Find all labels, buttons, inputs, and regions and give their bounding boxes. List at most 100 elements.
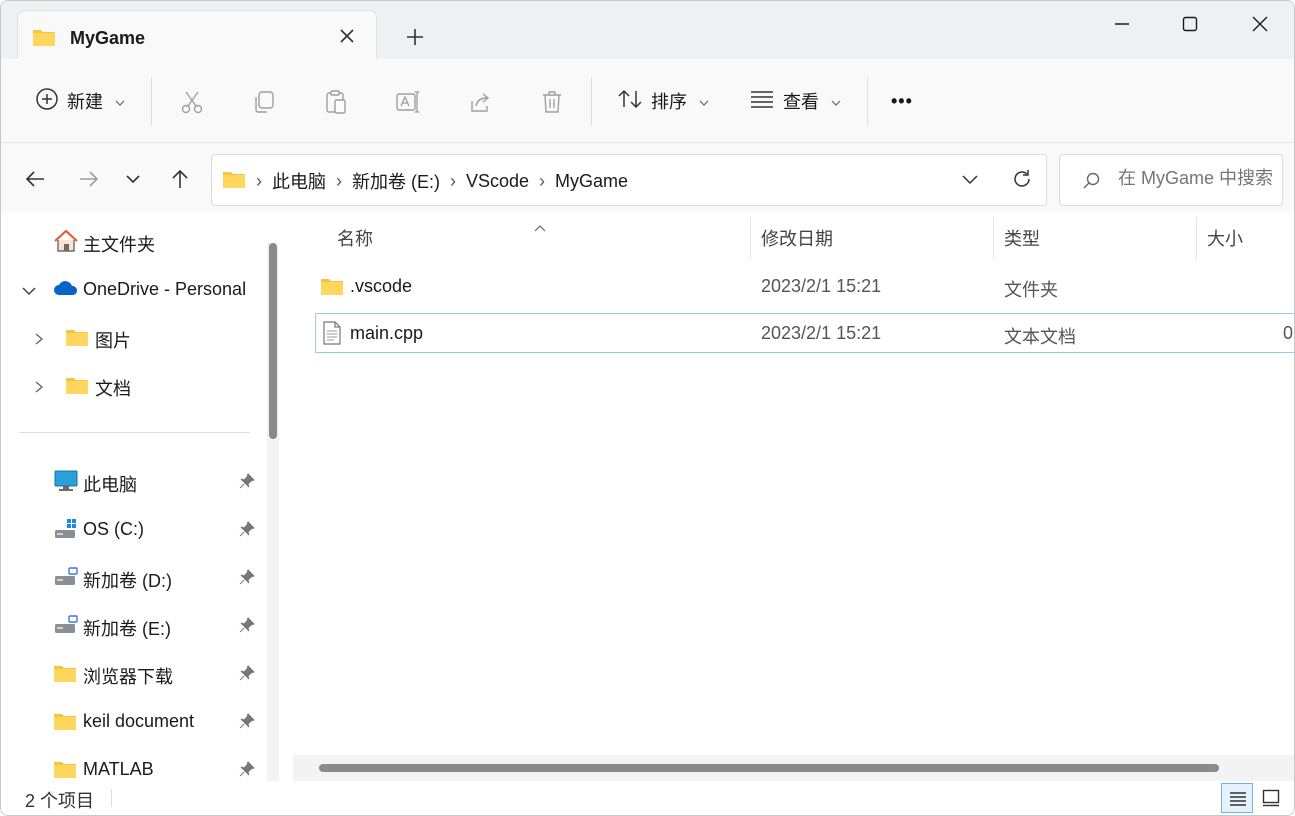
folder-icon [53, 711, 77, 736]
view-button[interactable]: 查看 [749, 81, 841, 121]
folder-icon [320, 276, 344, 301]
nav-item-drive-c[interactable]: OS (C:) [1, 509, 261, 549]
address-row: › 此电脑 › 新加卷 (E:) › VScode › MyGame [1, 143, 1294, 213]
horizontal-scrollbar[interactable] [293, 755, 1294, 781]
cut-icon[interactable] [179, 89, 205, 115]
nav-item-drive-d[interactable]: 新加卷 (D:) [1, 557, 261, 597]
horizontal-scrollbar-thumb[interactable] [319, 764, 1219, 772]
address-bar[interactable]: › 此电脑 › 新加卷 (E:) › VScode › MyGame [211, 154, 1047, 206]
toolbar-divider [151, 77, 152, 125]
maximize-button[interactable] [1159, 9, 1219, 41]
minimize-button[interactable] [1091, 9, 1151, 41]
folder-icon [222, 169, 246, 194]
nav-item-label: MATLAB [83, 759, 154, 779]
search-icon [1082, 171, 1102, 196]
tab-mygame[interactable]: MyGame [17, 10, 377, 62]
new-button-label: 新建 [67, 92, 103, 112]
breadcrumb-vscode[interactable]: VScode [466, 171, 529, 192]
address-history-chevron-icon[interactable] [960, 169, 980, 194]
refresh-icon[interactable] [1010, 167, 1034, 196]
rename-icon[interactable] [395, 89, 421, 115]
nav-item-label: 新加卷 (D:) [83, 571, 172, 591]
pin-icon [239, 473, 255, 494]
sort-ascending-icon [533, 217, 547, 238]
paste-icon[interactable] [323, 89, 349, 115]
breadcrumb-separator: › [450, 170, 456, 191]
file-name: .vscode [350, 276, 413, 296]
copy-icon[interactable] [251, 89, 277, 115]
file-explorer-window: MyGame 新建 排序 查看 ••• › 此电脑 › 新加卷 (E:) › V… [0, 0, 1295, 816]
navigation-pane: 主文件夹 OneDrive - Personal 图片 文档 此电脑 OS (C… [1, 213, 289, 781]
sort-button[interactable]: 排序 [617, 81, 709, 121]
back-arrow-icon[interactable] [23, 167, 47, 191]
column-divider[interactable] [750, 217, 751, 259]
breadcrumb-mygame[interactable]: MyGame [555, 171, 628, 192]
more-options-button[interactable]: ••• [891, 81, 913, 121]
recent-locations-chevron-icon[interactable] [121, 167, 145, 191]
column-header-type[interactable]: 类型 [1004, 225, 1040, 251]
nav-item-label: 新加卷 (E:) [83, 619, 171, 639]
nav-divider [19, 432, 250, 433]
nav-item-label: 文档 [95, 379, 131, 399]
nav-scrollbar[interactable] [267, 243, 279, 781]
list-view-icon [749, 88, 775, 115]
column-divider[interactable] [993, 217, 994, 259]
nav-item-documents[interactable]: 文档 [1, 365, 261, 405]
text-file-icon [322, 321, 342, 350]
file-modified: 2023/2/1 15:21 [761, 323, 882, 343]
breadcrumb-this-pc[interactable]: 此电脑 [272, 168, 326, 194]
nav-item-onedrive[interactable]: OneDrive - Personal [1, 269, 261, 309]
nav-item-drive-e[interactable]: 新加卷 (E:) [1, 605, 261, 645]
chevron-right-icon[interactable] [33, 330, 45, 351]
share-icon[interactable] [467, 89, 493, 115]
forward-arrow-icon[interactable] [77, 167, 101, 191]
close-tab-icon[interactable] [336, 25, 358, 47]
nav-item-keil-document[interactable]: keil document [1, 701, 261, 741]
nav-scrollbar-thumb[interactable] [269, 243, 277, 439]
chevron-right-icon[interactable] [33, 378, 45, 399]
chevron-down-icon[interactable] [21, 282, 37, 303]
pin-icon [239, 569, 255, 590]
pin-icon [239, 713, 255, 734]
file-row-vscode[interactable]: .vscode 2023/2/1 15:21 文件夹 [315, 267, 1294, 307]
nav-item-matlab[interactable]: MATLAB [1, 749, 261, 781]
drive-icon [53, 565, 79, 594]
toolbar-divider [591, 77, 592, 125]
folder-icon [53, 759, 77, 781]
search-box[interactable] [1059, 154, 1283, 206]
column-header-modified[interactable]: 修改日期 [761, 225, 833, 251]
column-divider[interactable] [1196, 217, 1197, 259]
delete-icon[interactable] [539, 89, 565, 115]
sort-icon [617, 87, 643, 116]
view-label: 查看 [783, 92, 819, 112]
nav-item-browser-downloads[interactable]: 浏览器下载 [1, 653, 261, 693]
column-header-name[interactable]: 名称 [337, 225, 373, 251]
breadcrumb-separator: › [256, 170, 262, 191]
pin-icon [239, 617, 255, 638]
nav-item-pictures[interactable]: 图片 [1, 317, 261, 357]
chevron-down-icon [115, 91, 125, 112]
breadcrumb-drive-e[interactable]: 新加卷 (E:) [352, 168, 440, 194]
file-row-main-cpp[interactable]: main.cpp 2023/2/1 15:21 文本文档 0 [315, 313, 1294, 353]
column-header-size[interactable]: 大小 [1207, 225, 1243, 251]
pin-icon [239, 761, 255, 781]
file-name: main.cpp [350, 323, 424, 343]
tiles-view-button[interactable] [1255, 783, 1287, 813]
new-tab-button[interactable] [403, 25, 427, 49]
nav-item-label: 浏览器下载 [83, 667, 173, 687]
up-arrow-icon[interactable] [168, 167, 192, 191]
details-view-button[interactable] [1221, 783, 1253, 813]
tab-title: MyGame [70, 28, 146, 48]
search-input[interactable] [1118, 168, 1282, 189]
nav-item-this-pc[interactable]: 此电脑 [1, 461, 261, 501]
breadcrumb: › 此电脑 › 新加卷 (E:) › VScode › MyGame [222, 168, 628, 194]
breadcrumb-separator: › [336, 170, 342, 191]
title-bar: MyGame [1, 1, 1294, 62]
nav-item-label: 图片 [95, 331, 131, 351]
nav-item-home[interactable]: 主文件夹 [1, 221, 261, 261]
close-window-button[interactable] [1229, 9, 1289, 41]
pin-icon [239, 521, 255, 542]
file-modified: 2023/2/1 15:21 [761, 276, 882, 296]
new-button[interactable]: 新建 [35, 81, 125, 121]
toolbar-divider [867, 77, 868, 125]
